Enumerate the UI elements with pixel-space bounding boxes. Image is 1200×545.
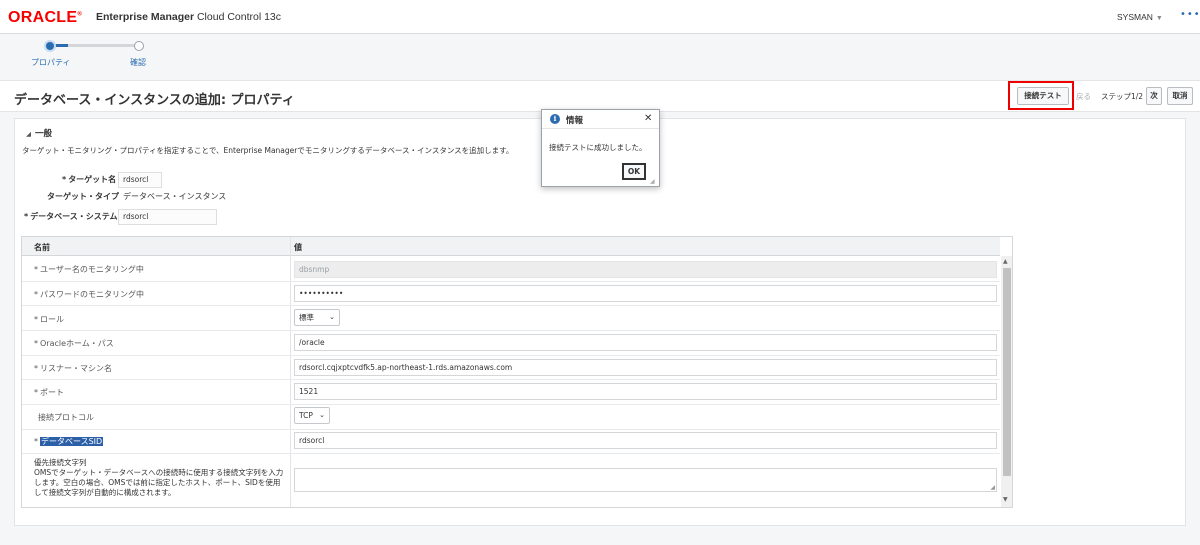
row-divider <box>22 355 1000 356</box>
db-system-label: * データベース・システム <box>24 212 118 221</box>
table-header <box>22 237 1000 256</box>
scrollbar-thumb[interactable] <box>1003 268 1011 476</box>
sid-input[interactable]: rdsorcl <box>294 432 997 449</box>
back-button[interactable]: 戻る <box>1076 91 1091 102</box>
row-label-monitor-password: * パスワードのモニタリング中 <box>34 290 144 299</box>
cancel-button[interactable]: 取消 <box>1167 87 1193 105</box>
train-label-confirm[interactable]: 確認 <box>130 57 146 68</box>
preferred-connect-string-label: 優先接続文字列 OMSでターゲット・データベースへの接続時に使用する接続文字列を… <box>34 458 284 497</box>
section-general[interactable]: ◢ 一般 <box>26 127 52 139</box>
monitor-user-input[interactable]: dbsnmp <box>294 261 997 278</box>
protocol-select[interactable]: TCP ⌄ <box>294 407 330 424</box>
section-description: ターゲット・モニタリング・プロパティを指定することで、Enterprise Ma… <box>22 146 514 155</box>
page-title: データベース・インスタンスの追加: プロパティ <box>14 93 295 108</box>
next-button[interactable]: 次 <box>1146 87 1162 105</box>
row-divider <box>22 404 1000 405</box>
listener-machine-input[interactable]: rdsorcl.cqjxptcvdfk5.ap-northeast-1.rds.… <box>294 359 997 376</box>
row-divider <box>22 453 1000 454</box>
preferred-connect-string-input[interactable]: ◢ <box>294 468 997 492</box>
chevron-down-icon: ▼ <box>1155 15 1163 22</box>
ok-button[interactable]: OK <box>622 163 646 180</box>
row-label-port: * ポート <box>34 388 64 397</box>
row-divider <box>22 281 1000 282</box>
product-name: Enterprise Manager Cloud Control 13c <box>96 11 282 23</box>
train-stop-properties[interactable] <box>44 40 56 52</box>
step-indicator: ステップ1/2 <box>1101 92 1144 101</box>
scroll-down-icon[interactable]: ▼ <box>1003 496 1008 503</box>
row-divider <box>22 330 1000 331</box>
row-label-monitor-user: * ユーザー名のモニタリング中 <box>34 265 144 274</box>
train-stop-confirm[interactable] <box>134 41 144 51</box>
port-input[interactable]: 1521 <box>294 383 997 400</box>
info-icon: i <box>550 114 560 124</box>
dialog-title: 情報 <box>566 116 584 126</box>
column-divider <box>290 237 291 507</box>
resize-grip-icon[interactable]: ◢ <box>650 178 655 185</box>
target-type-value: データベース・インスタンス <box>123 192 227 201</box>
db-system-input[interactable]: rdsorcl <box>118 209 217 225</box>
target-type-label: ターゲット・タイプ <box>47 192 119 201</box>
test-connection-button[interactable]: 接続テスト <box>1017 87 1069 105</box>
column-header-value[interactable]: 値 <box>294 242 302 253</box>
role-select[interactable]: 標準 ⌄ <box>294 309 340 326</box>
close-icon[interactable]: ✕ <box>644 113 652 124</box>
row-label-oracle-home: * Oracleホーム・パス <box>34 339 114 348</box>
triangle-down-icon: ◢ <box>26 130 31 138</box>
chevron-down-icon: ⌄ <box>319 411 325 419</box>
row-divider <box>22 305 1000 306</box>
column-header-name[interactable]: 名前 <box>34 242 50 253</box>
row-divider <box>22 429 1000 430</box>
resize-grip-icon[interactable]: ◢ <box>990 484 995 491</box>
row-label-sid: * データベースSID <box>34 437 104 446</box>
row-label-role: * ロール <box>34 315 64 324</box>
user-menu[interactable]: SYSMAN ▼ <box>1117 12 1163 22</box>
oracle-logo: ORACLE® <box>8 9 83 26</box>
row-divider <box>22 379 1000 380</box>
row-label-listener-machine: * リスナー・マシン名 <box>34 364 112 373</box>
dialog-message: 接続テストに成功しました。 <box>549 143 647 152</box>
target-name-input[interactable]: rdsorcl <box>118 172 162 188</box>
monitor-password-input[interactable]: •••••••••• <box>294 285 997 302</box>
train-label-properties[interactable]: プロパティ <box>31 57 71 68</box>
more-options-icon[interactable]: ••• <box>1180 9 1200 20</box>
target-name-label: * ターゲット名 <box>62 175 117 184</box>
chevron-down-icon: ⌄ <box>329 313 335 321</box>
wizard-train <box>0 35 1200 73</box>
scroll-up-icon[interactable]: ▲ <box>1003 258 1008 265</box>
oracle-home-input[interactable]: /oracle <box>294 334 997 351</box>
row-label-protocol: 接続プロトコル <box>38 413 94 422</box>
